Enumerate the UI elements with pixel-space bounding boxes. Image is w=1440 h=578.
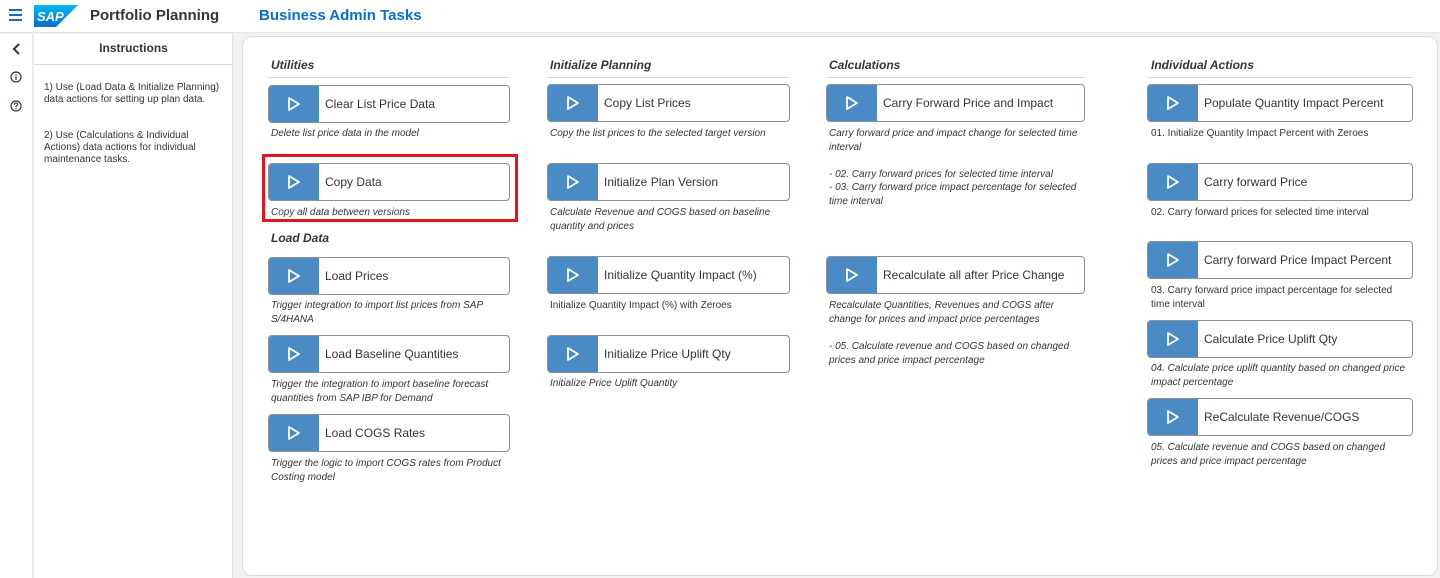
section-divider: [268, 77, 510, 78]
section-divider: [826, 77, 1085, 78]
carry-forward-price-impact-percent-button[interactable]: Carry forward Price Impact Percent: [1147, 241, 1413, 279]
button-label: Initialize Plan Version: [604, 175, 719, 189]
copy-list-prices-button[interactable]: Copy List Prices: [547, 84, 790, 122]
action-description: Carry forward price and impact change fo…: [829, 128, 1078, 153]
play-icon: [548, 257, 598, 293]
action-description-detail: - 03. Carry forward price impact percent…: [829, 182, 1077, 207]
load-cogs-rates-button[interactable]: Load COGS Rates: [268, 414, 510, 452]
section-divider: [547, 77, 790, 78]
section-title-initialize-planning: Initialize Planning: [550, 58, 652, 72]
action-description: 01. Initialize Quantity Impact Percent w…: [1151, 128, 1369, 139]
play-icon: [1148, 242, 1198, 278]
load-prices-button[interactable]: Load Prices: [268, 257, 510, 295]
carry-forward-price-button[interactable]: Carry forward Price: [1147, 163, 1413, 201]
play-icon: [827, 85, 877, 121]
action-description: Trigger integration to import list price…: [271, 300, 483, 325]
play-icon: [269, 86, 319, 122]
initialize-price-uplift-qty-button[interactable]: Initialize Price Uplift Qty: [547, 335, 790, 373]
clear-list-price-data-button[interactable]: Clear List Price Data: [268, 85, 510, 123]
button-label: Load Baseline Quantities: [325, 347, 459, 361]
button-label: Initialize Price Uplift Qty: [604, 347, 731, 361]
button-label: Load COGS Rates: [325, 426, 426, 440]
carry-forward-price-and-impact-button[interactable]: Carry Forward Price and Impact: [826, 84, 1085, 122]
play-icon: [269, 164, 319, 200]
play-icon: [548, 336, 598, 372]
action-description: Initialize Quantity Impact (%) with Zero…: [550, 300, 732, 311]
action-description: 03. Carry forward price impact percentag…: [1151, 285, 1393, 310]
help-icon: [10, 100, 22, 112]
button-label: Carry Forward Price and Impact: [883, 96, 1054, 110]
section-title-utilities: Utilities: [271, 58, 315, 72]
populate-quantity-impact-percent-button[interactable]: Populate Quantity Impact Percent: [1147, 84, 1413, 122]
button-label: Calculate Price Uplift Qty: [1204, 332, 1338, 346]
play-icon: [269, 415, 319, 451]
section-title-load-data: Load Data: [271, 231, 330, 245]
action-description: 02. Carry forward prices for selected ti…: [1151, 207, 1369, 218]
page-heading: Business Admin Tasks: [259, 7, 422, 24]
action-description-detail: - 02. Carry forward prices for selected …: [829, 169, 1053, 180]
recalculate-all-after-price-change-button[interactable]: Recalculate all after Price Change: [826, 256, 1085, 294]
button-label: Load Prices: [325, 269, 389, 283]
back-button[interactable]: [5, 38, 27, 60]
copy-data-button[interactable]: Copy Data: [268, 163, 510, 201]
button-label: ReCalculate Revenue/COGS: [1204, 410, 1360, 424]
hamburger-menu-icon[interactable]: [9, 9, 22, 21]
button-label: Clear List Price Data: [325, 97, 436, 111]
action-description: 04. Calculate price uplift quantity base…: [1151, 363, 1406, 388]
play-icon: [1148, 85, 1198, 121]
instructions-panel: Instructions 1) Use (Load Data & Initial…: [34, 34, 233, 578]
action-description: Trigger the integration to import baseli…: [271, 379, 489, 404]
play-icon: [548, 164, 598, 200]
button-label: Copy List Prices: [604, 96, 691, 110]
play-icon: [827, 257, 877, 293]
play-icon: [1148, 399, 1198, 435]
play-icon: [1148, 321, 1198, 357]
action-description: Trigger the logic to import COGS rates f…: [271, 458, 501, 483]
button-label: Carry forward Price: [1204, 175, 1308, 189]
section-title-individual-actions: Individual Actions: [1151, 58, 1254, 72]
recalculate-revenue-cogs-button[interactable]: ReCalculate Revenue/COGS: [1147, 398, 1413, 436]
play-icon: [548, 85, 598, 121]
button-label: Carry forward Price Impact Percent: [1204, 253, 1392, 267]
button-label: Populate Quantity Impact Percent: [1204, 96, 1384, 110]
sap-logo[interactable]: SAP: [34, 5, 78, 27]
side-rail: [0, 34, 33, 578]
app-shell: SAP Portfolio Planning Business Admin Ta…: [0, 0, 1440, 578]
calculate-price-uplift-qty-button[interactable]: Calculate Price Uplift Qty: [1147, 320, 1413, 358]
instruction-item-1: 1) Use (Load Data & Initialize Planning)…: [44, 82, 220, 105]
action-description-detail: - 05. Calculate revenue and COGS based o…: [829, 341, 1070, 366]
instruction-item-2: 2) Use (Calculations & Individual Action…: [44, 130, 196, 165]
button-label: Copy Data: [325, 175, 382, 189]
back-arrow-icon: [12, 43, 20, 55]
action-description: 05. Calculate revenue and COGS based on …: [1151, 442, 1386, 467]
info-icon: [10, 71, 22, 83]
section-divider: [1148, 77, 1413, 78]
action-description: Copy all data between versions: [271, 207, 410, 218]
help-button[interactable]: [5, 95, 27, 117]
play-icon: [269, 258, 319, 294]
play-icon: [1148, 164, 1198, 200]
initialize-quantity-impact-button[interactable]: Initialize Quantity Impact (%): [547, 256, 790, 294]
action-description: Recalculate Quantities, Revenues and COG…: [829, 300, 1055, 325]
section-title-calculations: Calculations: [829, 58, 901, 72]
info-button[interactable]: [5, 66, 27, 88]
button-label: Initialize Quantity Impact (%): [604, 268, 757, 282]
play-icon: [269, 336, 319, 372]
button-label: Recalculate all after Price Change: [883, 268, 1065, 282]
action-description: Copy the list prices to the selected tar…: [550, 128, 766, 139]
action-description: Delete list price data in the model: [271, 128, 419, 139]
shell-header: SAP Portfolio Planning Business Admin Ta…: [0, 0, 1440, 33]
initialize-plan-version-button[interactable]: Initialize Plan Version: [547, 163, 790, 201]
instructions-title: Instructions: [99, 41, 168, 55]
action-description: Calculate Revenue and COGS based on base…: [550, 207, 771, 232]
action-description: Initialize Price Uplift Quantity: [550, 378, 678, 389]
app-title: Portfolio Planning: [90, 7, 220, 24]
load-baseline-quantities-button[interactable]: Load Baseline Quantities: [268, 335, 510, 373]
sap-logo-text: SAP: [37, 9, 64, 24]
divider: [34, 64, 233, 65]
